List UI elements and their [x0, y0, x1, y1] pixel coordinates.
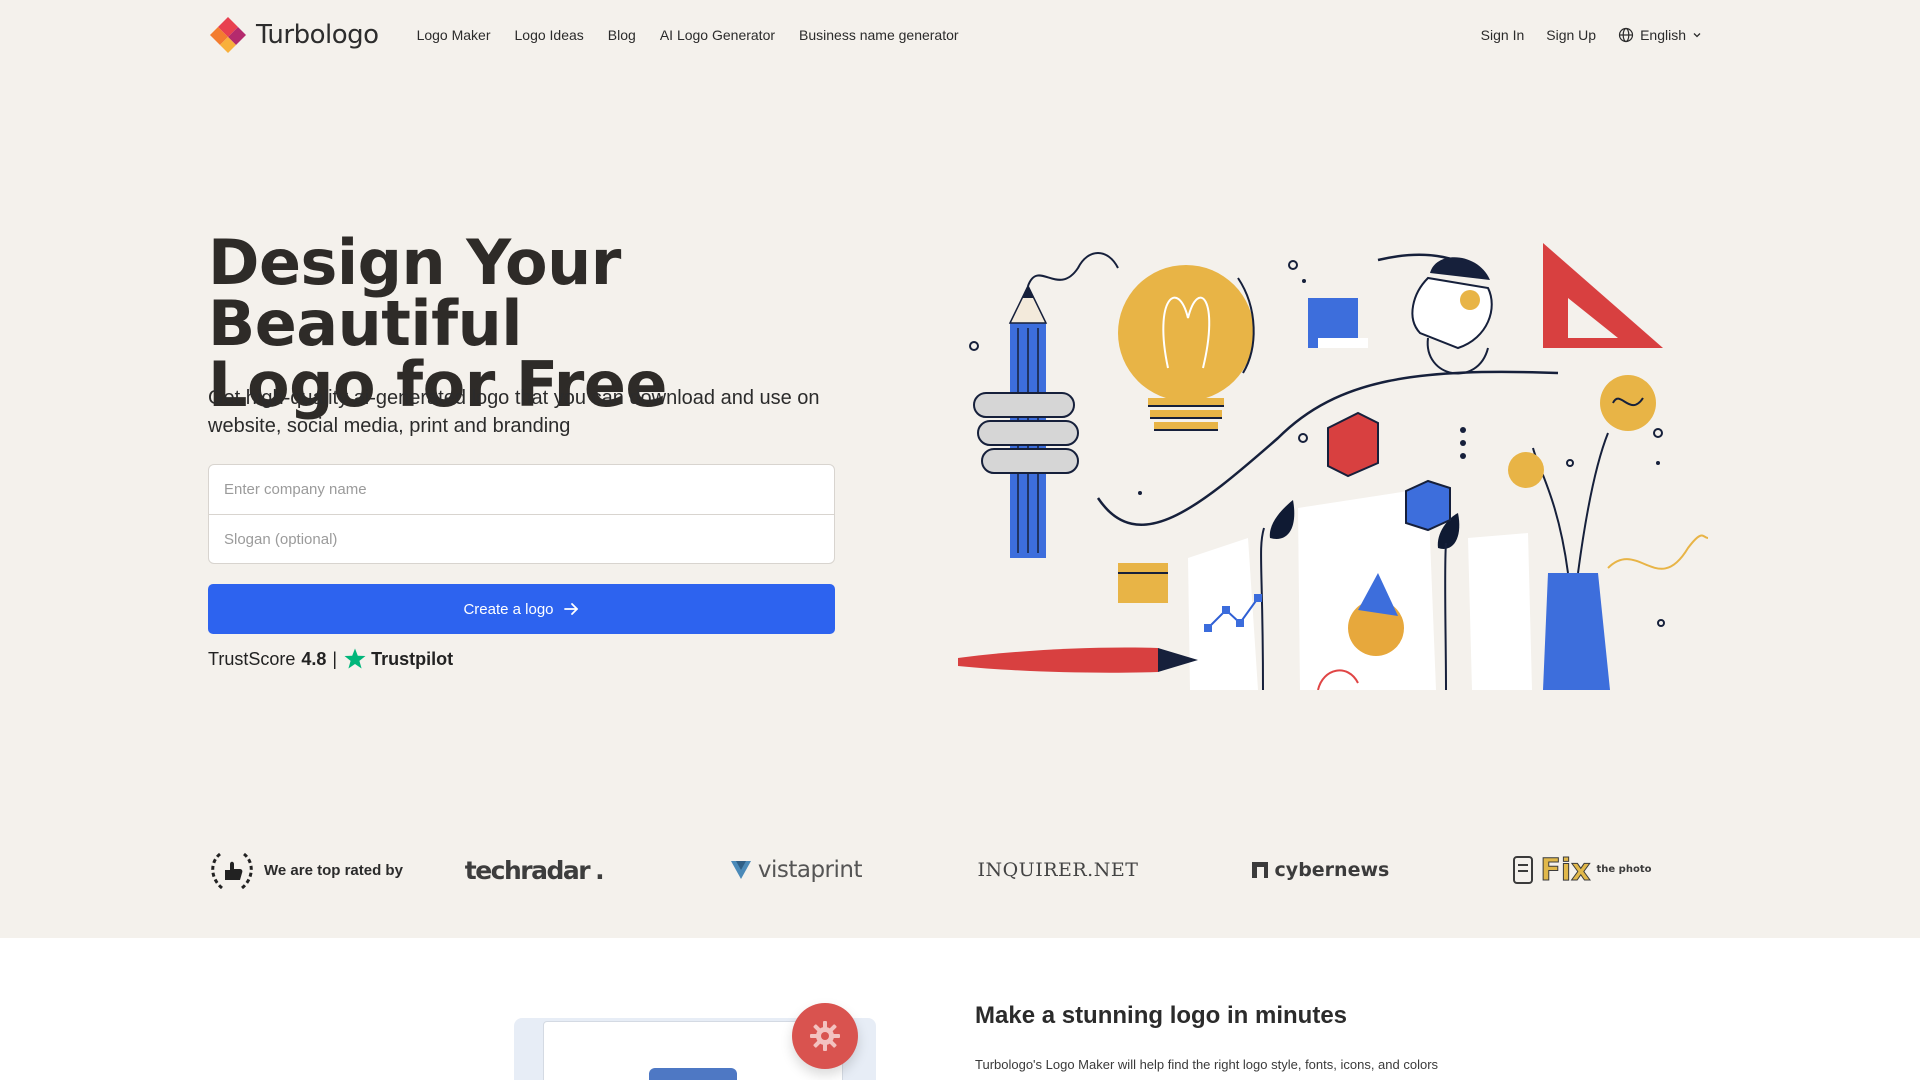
red-pen — [958, 563, 1198, 673]
press-logo-fixthephoto[interactable]: Fix the photo — [1451, 852, 1713, 888]
gear-icon — [810, 1021, 840, 1051]
create-logo-label: Create a logo — [463, 600, 554, 618]
hero-headline-line-1: Design Your Beautiful — [208, 226, 621, 360]
top-nav: Turbologo Logo Maker Logo Ideas Blog AI … — [208, 13, 1702, 57]
nav-link-blog[interactable]: Blog — [608, 27, 636, 43]
nav-link-ai-logo-generator[interactable]: AI Logo Generator — [660, 27, 775, 43]
section-title: Make a stunning logo in minutes — [975, 1002, 1348, 1029]
press-logo-vistaprint[interactable]: vistaprint — [665, 857, 927, 883]
press-logos: techradar. vistaprint INQUIRER.NET cyber… — [403, 852, 1713, 888]
top-rated: We are top rated by — [208, 848, 403, 892]
hero-subtitle: Get high-quality ai-generated logo that … — [208, 387, 820, 437]
logo-form — [208, 464, 835, 564]
press-logo-cybernews[interactable]: cybernews — [1189, 859, 1451, 881]
brand-logo-link[interactable]: Turbologo — [208, 15, 379, 55]
nav-link-logo-maker[interactable]: Logo Maker — [417, 27, 491, 43]
nav-link-logo-ideas[interactable]: Logo Ideas — [515, 27, 584, 43]
trustscore-label: TrustScore — [208, 648, 296, 669]
pencil — [973, 284, 1079, 558]
techradar-wordmark: techradar — [464, 855, 591, 885]
blue-stamp — [1308, 298, 1368, 348]
fixthephoto-icon — [1513, 856, 1534, 884]
brand-name: Turbologo — [256, 20, 379, 50]
techradar-dot: . — [595, 855, 605, 885]
language-label: English — [1640, 27, 1686, 43]
sign-up-link[interactable]: Sign Up — [1546, 27, 1596, 43]
press-logo-inquirer[interactable]: INQUIRER.NET — [927, 859, 1189, 881]
language-selector[interactable]: English — [1618, 27, 1702, 43]
inquirer-wordmark: INQUIRER.NET — [977, 859, 1139, 881]
hero-illustration — [958, 243, 1708, 690]
trustpilot-label: Trustpilot — [371, 648, 454, 669]
cybernews-icon — [1251, 862, 1268, 878]
gear-badge — [792, 1003, 858, 1069]
company-name-input[interactable] — [209, 465, 834, 514]
triangle-ruler — [1543, 243, 1663, 348]
paper-sheets — [1188, 488, 1532, 690]
laurel-thumbs-up-icon — [211, 852, 253, 890]
sign-in-link[interactable]: Sign In — [1481, 27, 1525, 43]
press-logo-techradar[interactable]: techradar. — [403, 856, 665, 885]
nav-right: Sign In Sign Up English — [1481, 27, 1702, 43]
trustscore-value: 4.8 — [301, 648, 327, 669]
top-rated-label: We are top rated by — [264, 861, 403, 879]
vistaprint-v-icon — [730, 861, 751, 879]
trustscore[interactable]: TrustScore 4.8 | Trustpilot — [208, 646, 453, 672]
slogan-input[interactable] — [209, 514, 834, 563]
globe-icon — [1618, 27, 1634, 43]
the-photo-wordmark: the photo — [1596, 864, 1652, 875]
chevron-down-icon — [1693, 33, 1701, 38]
create-logo-button[interactable]: Create a logo — [208, 584, 835, 634]
arrow-right-icon — [563, 603, 578, 615]
section-text: Turbologo's Logo Maker will help find th… — [975, 1057, 1439, 1072]
trustscore-separator: | — [332, 648, 338, 669]
press-row: We are top rated by techradar. vistaprin… — [208, 848, 1658, 892]
preview-card-button — [649, 1068, 737, 1080]
vistaprint-wordmark: vistaprint — [757, 857, 863, 883]
vase-plant — [1508, 375, 1708, 690]
turbologo-logo-icon — [210, 17, 246, 53]
cybernews-wordmark: cybernews — [1274, 859, 1390, 881]
nav-link-business-name-generator[interactable]: Business name generator — [799, 27, 959, 43]
fix-wordmark: Fix — [1540, 852, 1591, 888]
hero-section: Turbologo Logo Maker Logo Ideas Blog AI … — [0, 0, 1920, 938]
nav-links: Logo Maker Logo Ideas Blog AI Logo Gener… — [417, 27, 959, 43]
trustpilot-star-icon — [344, 648, 366, 669]
